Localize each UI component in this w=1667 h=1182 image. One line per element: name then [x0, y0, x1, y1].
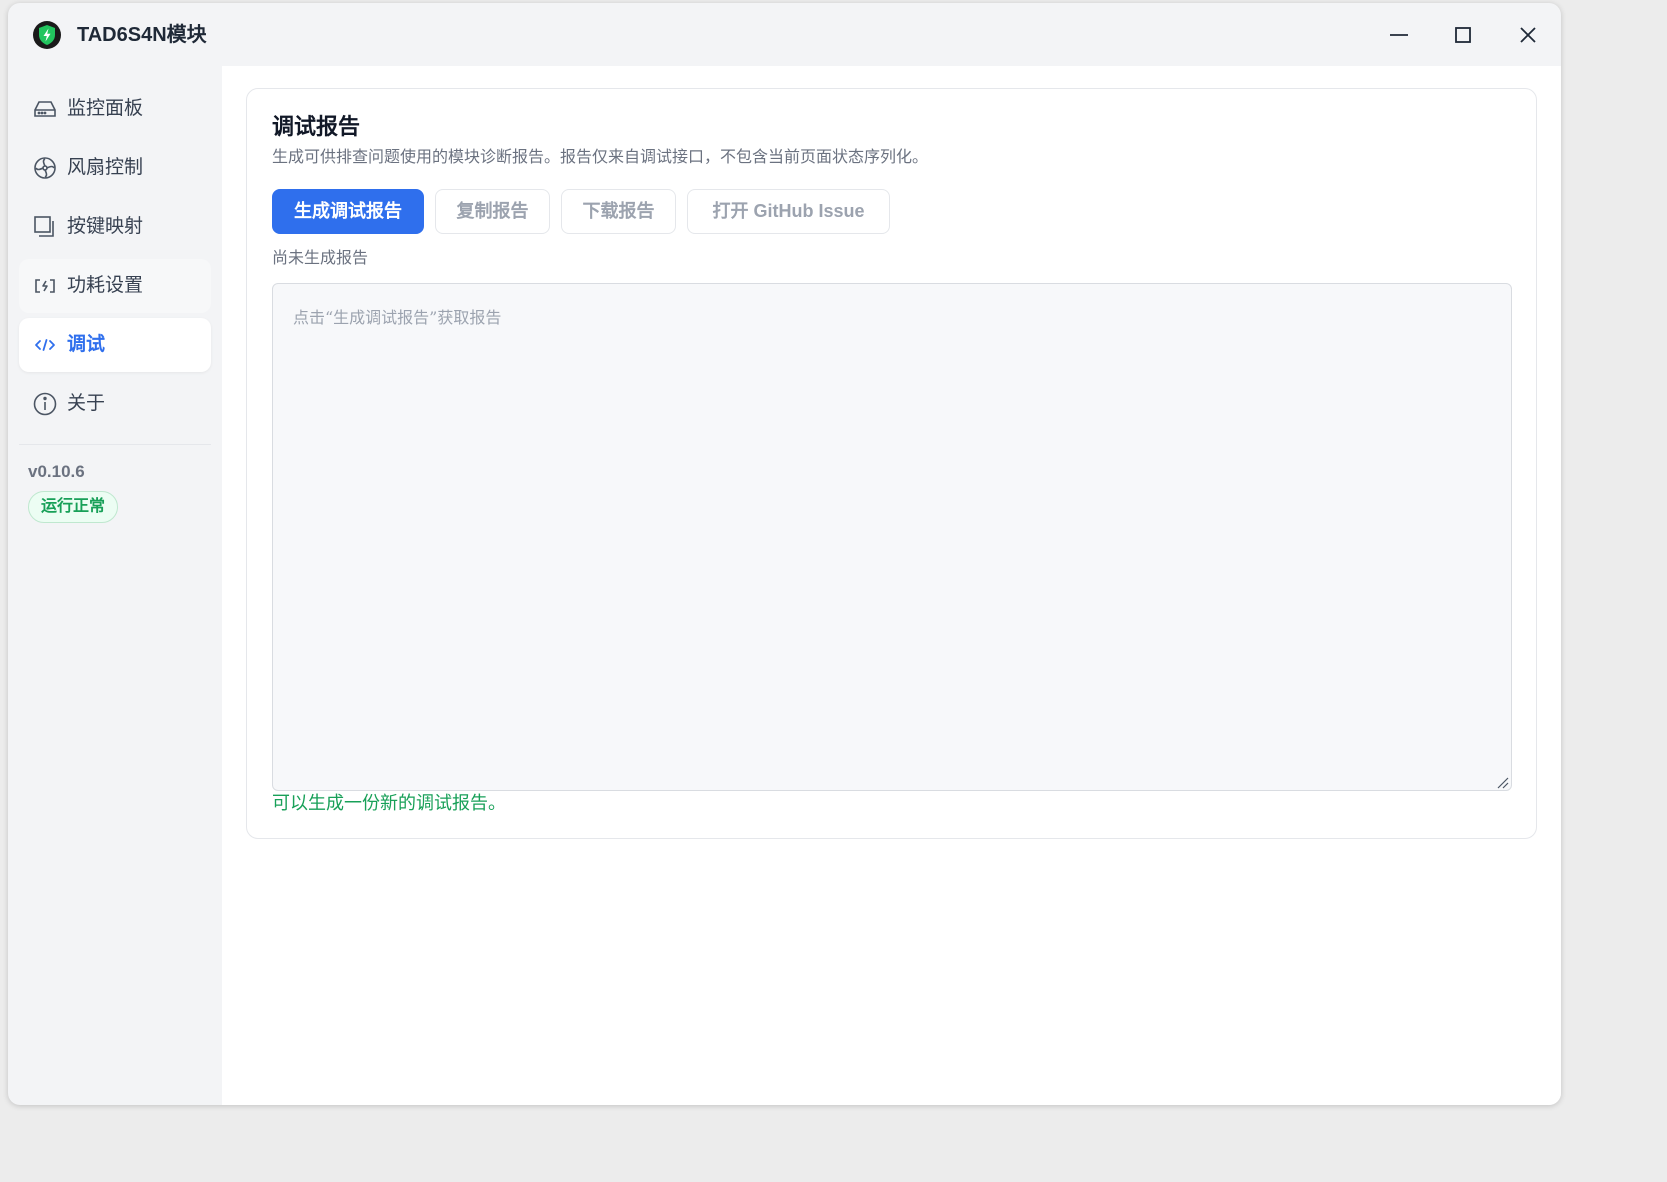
sidebar-item-power[interactable]: 功耗设置: [19, 259, 211, 313]
title-bar[interactable]: TAD6S4N模块: [8, 3, 1561, 66]
sidebar-divider: [19, 444, 211, 445]
copy-report-button[interactable]: 复制报告: [435, 189, 550, 234]
power-icon: [33, 274, 57, 298]
report-status: 尚未生成报告: [272, 250, 369, 267]
info-icon: [33, 392, 57, 416]
sidebar: 监控面板 风扇控制 按键映射 功耗设置 调试 关于 v0.10.6 运行正常: [8, 66, 222, 1105]
fan-icon: [33, 156, 57, 180]
page-title: 调试报告: [272, 114, 361, 139]
report-textarea[interactable]: [272, 283, 1512, 791]
generate-report-button[interactable]: 生成调试报告: [272, 189, 424, 234]
copy-icon: [33, 215, 57, 239]
maximize-icon: [1447, 19, 1479, 51]
close-button[interactable]: [1512, 19, 1544, 51]
shield-bolt-icon: [32, 20, 62, 50]
sidebar-item-debug[interactable]: 调试: [19, 318, 211, 372]
maximize-button[interactable]: [1447, 19, 1479, 51]
minimize-icon: [1383, 19, 1415, 51]
app-window: TAD6S4N模块 监控面板 风扇控制 按键映射 功耗设置 调试 关于 v0.1…: [8, 3, 1561, 1105]
sidebar-item-keymap[interactable]: 按键映射: [19, 200, 211, 254]
sidebar-item-label: 风扇控制: [67, 157, 144, 178]
minimize-button[interactable]: [1383, 19, 1415, 51]
report-hint: 可以生成一份新的调试报告。: [272, 793, 506, 813]
open-github-issue-button[interactable]: 打开 GitHub Issue: [687, 189, 890, 234]
resize-handle-icon[interactable]: [1497, 776, 1509, 789]
sidebar-item-monitor[interactable]: 监控面板: [19, 82, 211, 136]
sidebar-item-fan[interactable]: 风扇控制: [19, 141, 211, 195]
status-badge: 运行正常: [28, 491, 119, 523]
sidebar-item-label: 关于: [67, 393, 106, 414]
drive-icon: [33, 97, 57, 121]
app-title: TAD6S4N模块: [77, 24, 207, 46]
debug-report-card: 调试报告 生成可供排查问题使用的模块诊断报告。报告仅来自调试接口，不包含当前页面…: [246, 88, 1537, 839]
page-subtitle: 生成可供排查问题使用的模块诊断报告。报告仅来自调试接口，不包含当前页面状态序列化…: [272, 149, 929, 166]
sidebar-item-label: 按键映射: [67, 216, 144, 237]
sidebar-item-label: 功耗设置: [67, 275, 144, 296]
main-content: 调试报告 生成可供排查问题使用的模块诊断报告。报告仅来自调试接口，不包含当前页面…: [222, 66, 1561, 1105]
sidebar-item-label: 监控面板: [67, 98, 144, 119]
app-version: v0.10.6: [28, 462, 85, 481]
code-icon: [33, 333, 57, 357]
close-icon: [1512, 19, 1544, 51]
sidebar-item-label: 调试: [67, 334, 106, 355]
sidebar-item-about[interactable]: 关于: [19, 377, 211, 431]
download-report-button[interactable]: 下载报告: [561, 189, 676, 234]
